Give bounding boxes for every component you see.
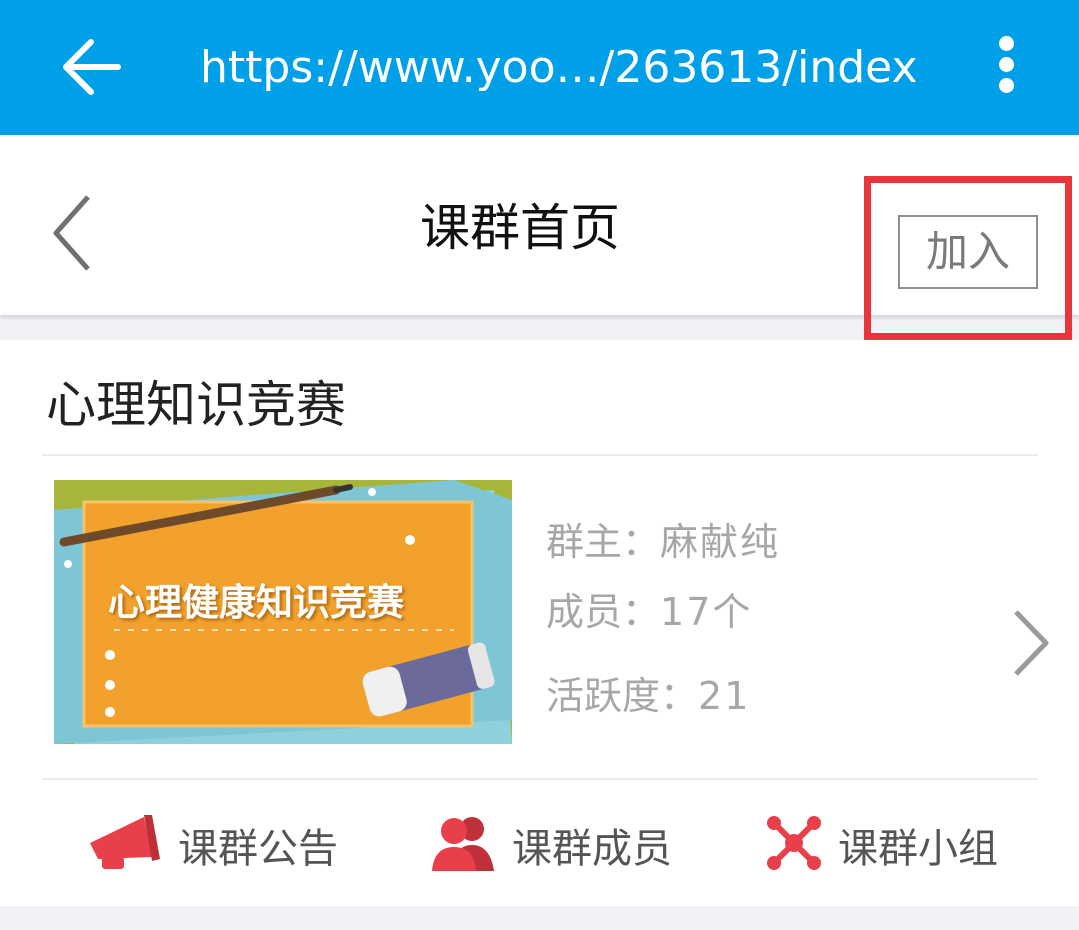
owner-label: 群主： [546, 520, 661, 564]
group-owner: 群主：麻献纯 [546, 512, 780, 572]
members-button[interactable]: 课群成员 [432, 810, 672, 880]
members-value: 17个 [660, 590, 753, 634]
activity-label: 活跃度： [546, 674, 699, 718]
more-vertical-icon[interactable] [990, 36, 1022, 98]
activity-value: 21 [698, 674, 751, 718]
subgroups-button[interactable]: 课群小组 [766, 810, 998, 880]
divider [42, 454, 1038, 456]
cover-title: 心理健康知识竞赛 [108, 581, 404, 624]
subgroups-label: 课群小组 [838, 826, 998, 872]
group-card: 心理知识竞赛 心理健康知识竞赛 群主：麻献纯 成员：17个 活跃度：21 课群公… [0, 340, 1079, 906]
members-icon [432, 813, 496, 877]
chevron-right-icon[interactable] [1008, 608, 1052, 678]
group-activity: 活跃度：21 [546, 666, 750, 726]
announcements-label: 课群公告 [178, 826, 338, 872]
group-name: 心理知识竞赛 [46, 376, 346, 434]
megaphone-icon [86, 813, 162, 877]
network-icon [766, 815, 822, 875]
members-label: 成员： [546, 590, 661, 634]
browser-toolbar: https://www.yoo…/263613/index [0, 0, 1079, 135]
announcements-button[interactable]: 课群公告 [86, 810, 338, 880]
divider [42, 778, 1038, 780]
members-label: 课群成员 [512, 826, 672, 872]
owner-value: 麻献纯 [660, 520, 781, 564]
arrow-left-icon[interactable] [58, 34, 124, 100]
group-members: 成员：17个 [546, 582, 752, 642]
highlight-annotation [864, 176, 1072, 340]
group-cover-image[interactable]: 心理健康知识竞赛 [54, 480, 512, 744]
url-bar[interactable]: https://www.yoo…/263613/index [200, 38, 960, 98]
